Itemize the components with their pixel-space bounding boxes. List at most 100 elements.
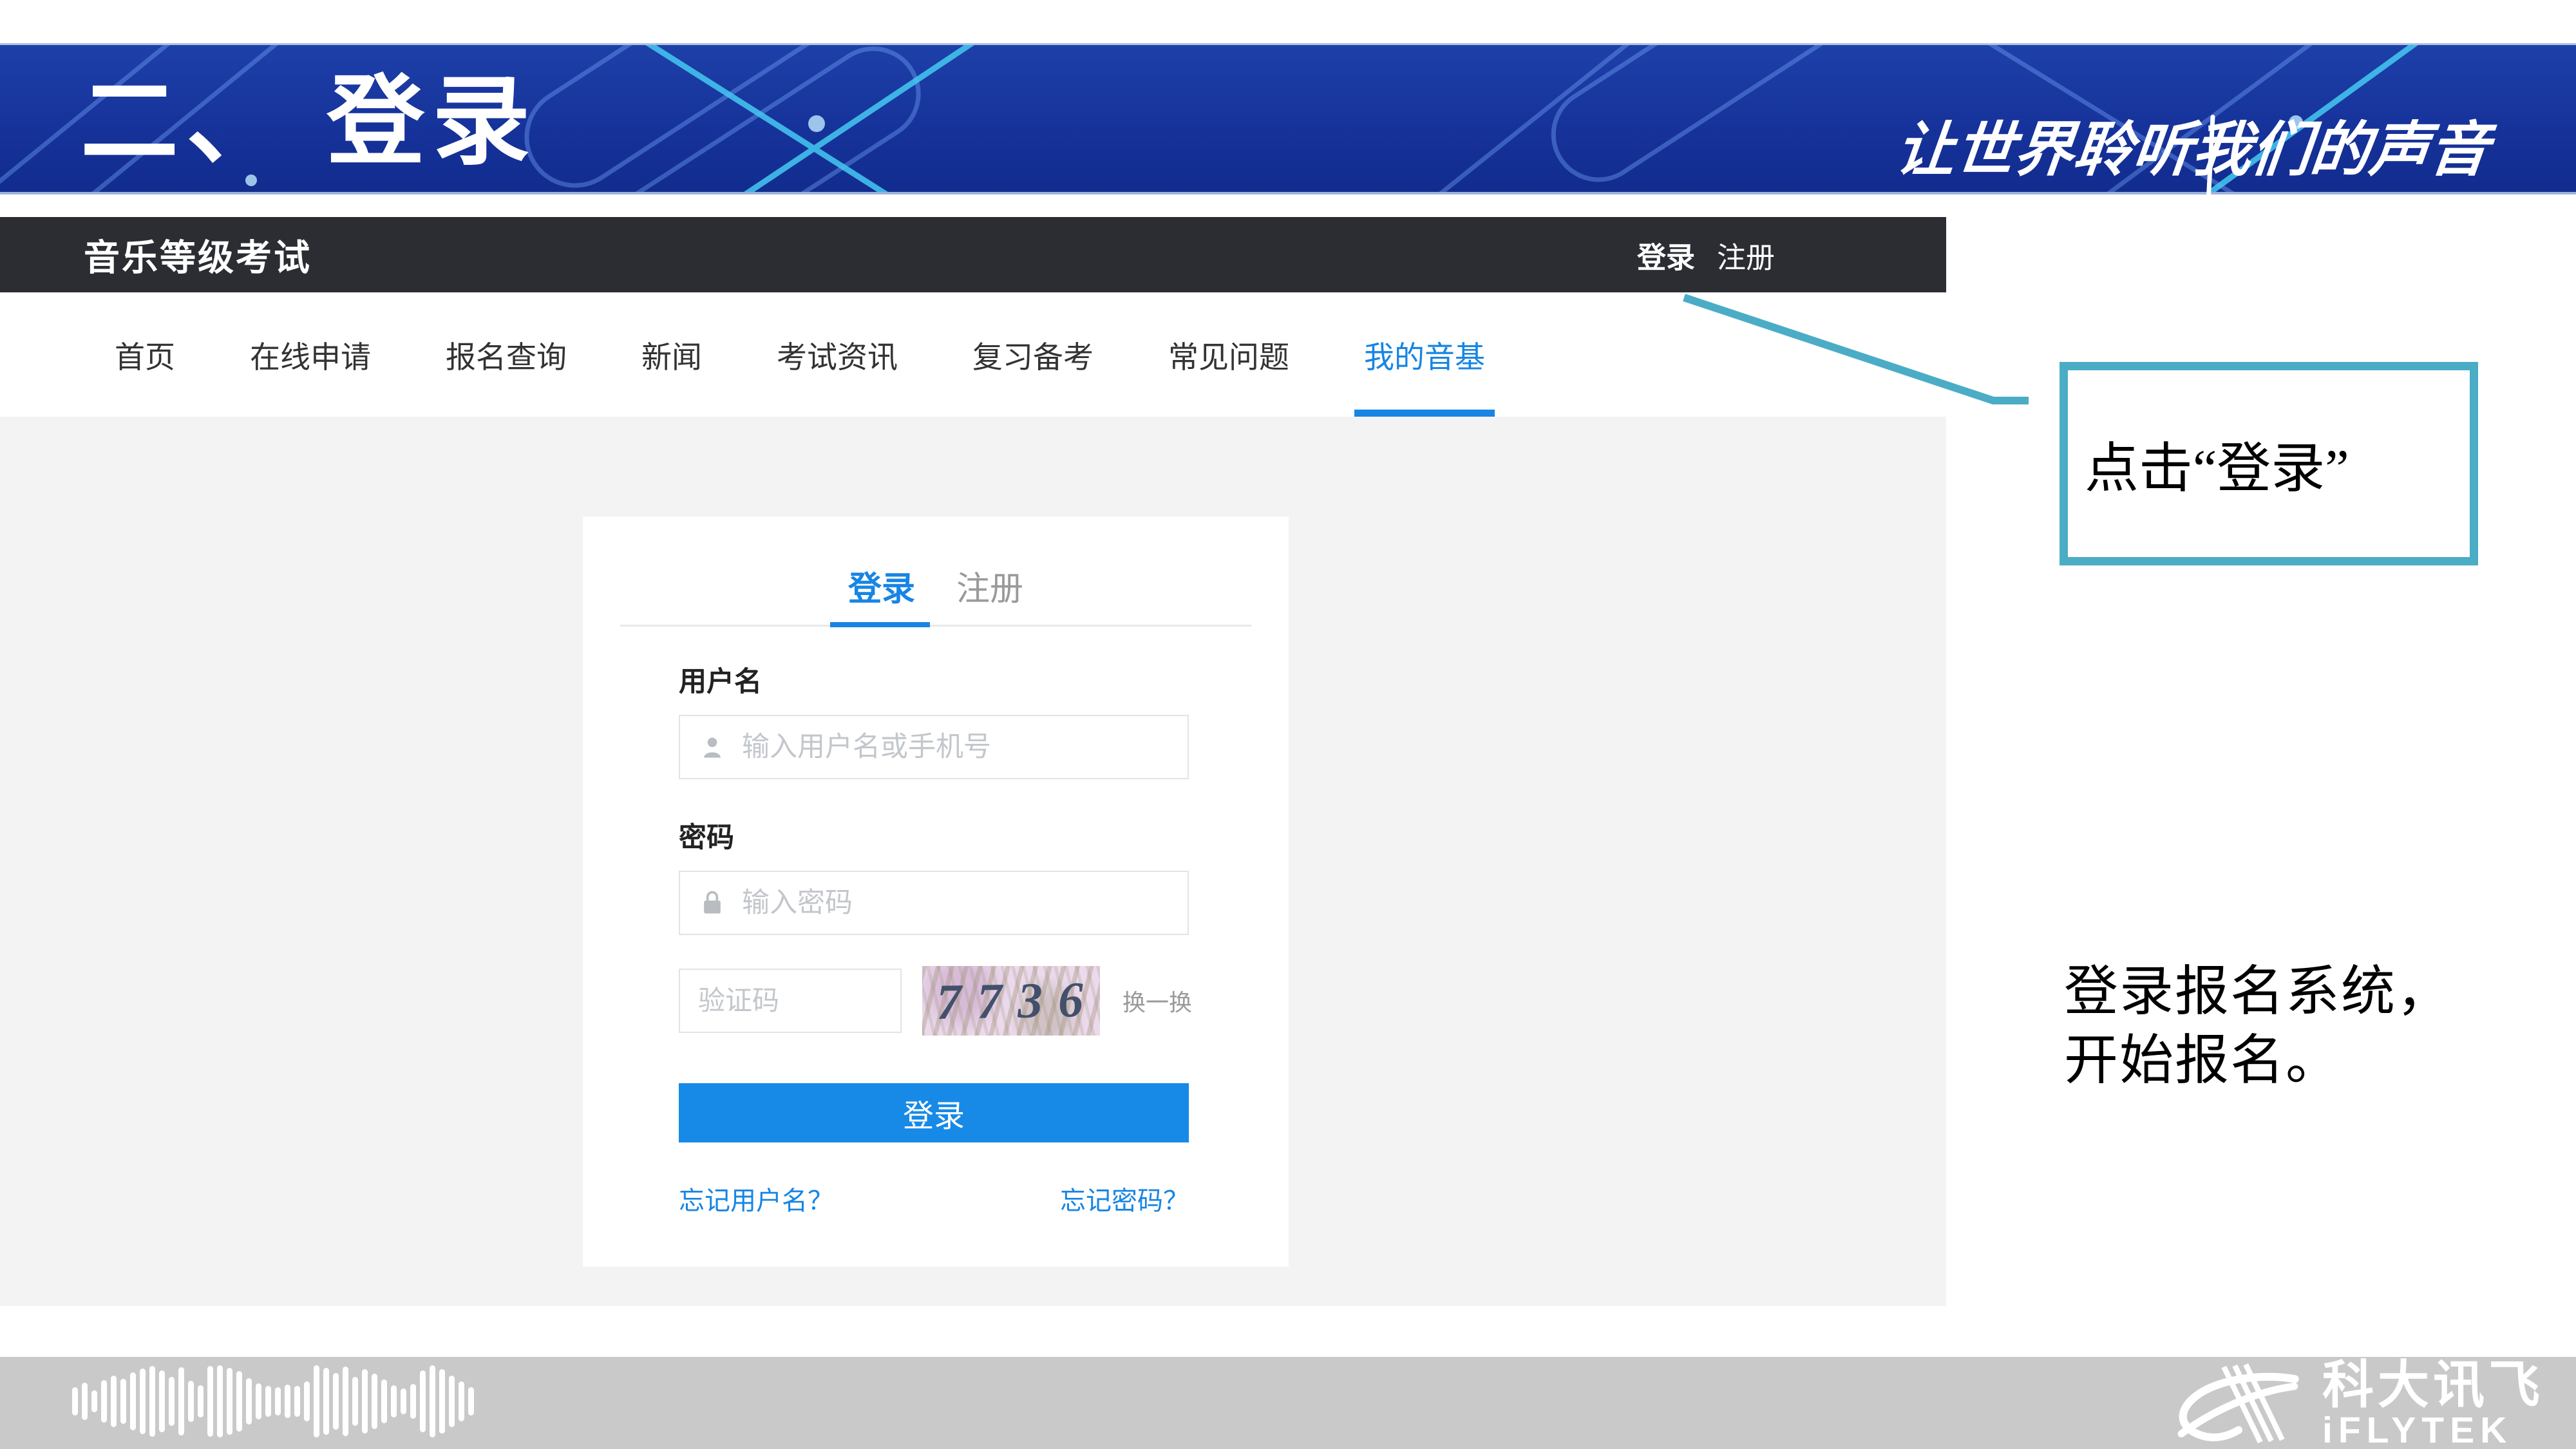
site-brand-title: 音乐等级考试	[84, 229, 312, 281]
password-field[interactable]	[679, 871, 1189, 935]
waveform-bar	[159, 1370, 165, 1432]
waveform-bar	[372, 1374, 377, 1429]
waveform-bar	[188, 1381, 194, 1422]
username-input[interactable]	[741, 731, 1188, 764]
waveform-bar	[333, 1373, 339, 1430]
captcha-input[interactable]	[697, 985, 900, 1017]
password-label: 密码	[679, 815, 734, 855]
waveform-bar	[91, 1390, 97, 1412]
waveform-bar	[256, 1383, 261, 1419]
waveform-bar	[101, 1380, 107, 1423]
waveform-bar	[420, 1370, 426, 1432]
nav-item-apply[interactable]: 在线申请	[250, 292, 371, 417]
header-auth-links: 登录 注册	[1637, 234, 1775, 276]
waveform-bar	[401, 1388, 406, 1414]
forgot-username-link[interactable]: 忘记用户名？	[679, 1180, 833, 1217]
waveform-bar	[449, 1376, 455, 1427]
tab-divider	[620, 625, 1251, 627]
nav-item-home[interactable]: 首页	[115, 292, 175, 417]
side-note: 登录报名系统， 开始报名。	[2064, 958, 2452, 1095]
pulse-icon	[1969, 194, 1999, 224]
chat-icon	[2251, 194, 2280, 224]
waveform-bar	[314, 1365, 319, 1437]
waveform-bar	[265, 1386, 271, 1417]
waveform-bar	[111, 1376, 117, 1427]
search-icon	[2016, 194, 2046, 224]
tab-active-underline	[830, 622, 930, 627]
cart-icon	[2438, 194, 2468, 224]
callout-text: 点击“登录”	[2085, 425, 2349, 503]
banner-icons-row	[1922, 194, 2515, 224]
waveform-bar	[410, 1384, 416, 1419]
iflytek-text: 科大讯飞 iFLYTEK	[2322, 1359, 2544, 1449]
waveform-bar	[275, 1387, 281, 1416]
username-label: 用户名	[679, 659, 762, 699]
waveform-bar	[352, 1377, 358, 1426]
mail-icon	[2063, 194, 2092, 224]
iflytek-logo: 科大讯飞 iFLYTEK	[2169, 1359, 2544, 1449]
slide: 二、 登录 让世界聆听我们的声音 音乐等级考试 登录 注册 首页在线申请报名查询…	[0, 0, 2576, 1449]
nav-item-query[interactable]: 报名查询	[446, 292, 567, 417]
waveform-bar	[236, 1371, 242, 1432]
waveform-bar	[217, 1365, 223, 1437]
waveform-bar	[169, 1377, 175, 1426]
callout-box: 点击“登录”	[2060, 362, 2478, 565]
waveform-logo	[72, 1363, 474, 1439]
waveform-bar	[285, 1385, 290, 1418]
site-header: 音乐等级考试 登录 注册	[0, 217, 1946, 292]
sun-icon	[2391, 194, 2421, 224]
iflytek-swoosh-icon	[2169, 1362, 2306, 1447]
waveform-bar	[72, 1387, 78, 1416]
waveform-bar	[468, 1387, 474, 1416]
waveform-bar	[130, 1372, 136, 1430]
lock-icon	[698, 889, 726, 917]
waveform-bar	[304, 1381, 310, 1421]
login-card-tabs: 登录 注册	[583, 562, 1289, 610]
tv-icon	[2110, 194, 2139, 224]
slide-title: 二、 登录	[80, 42, 538, 184]
waveform-bar	[140, 1368, 146, 1434]
header-login-link[interactable]: 登录	[1637, 234, 1695, 276]
nav-item-faq[interactable]: 常见问题	[1168, 292, 1289, 417]
waveform-bar	[459, 1381, 464, 1421]
waveform-bar	[343, 1367, 348, 1436]
waveform-bar	[439, 1369, 445, 1434]
tab-register[interactable]: 注册	[956, 562, 1023, 610]
waveform-bar	[362, 1369, 368, 1434]
user-icon	[698, 733, 726, 761]
header-register-link[interactable]: 注册	[1717, 234, 1775, 276]
waveform-bar	[178, 1367, 184, 1435]
phone-icon	[2204, 194, 2233, 224]
waveform-bar	[323, 1368, 329, 1435]
forgot-password-link[interactable]: 忘记密码？	[1060, 1180, 1189, 1217]
side-note-line2: 开始报名。	[2064, 1027, 2452, 1096]
main-nav: 首页在线申请报名查询新闻考试资讯复习备考常见问题我的音基	[0, 292, 1946, 417]
iflytek-brand-cn: 科大讯飞	[2322, 1359, 2544, 1411]
iflytek-brand-en: iFLYTEK	[2322, 1412, 2544, 1449]
tab-login[interactable]: 登录	[848, 562, 915, 610]
banner: 二、 登录 让世界聆听我们的声音	[0, 43, 2576, 194]
nav-item-mymusic[interactable]: 我的音基	[1364, 292, 1485, 417]
waveform-bar	[198, 1385, 204, 1417]
waveform-bar	[246, 1378, 252, 1425]
login-button[interactable]: 登录	[679, 1083, 1189, 1142]
waveform-bar	[381, 1379, 387, 1423]
plane-icon	[2298, 194, 2327, 224]
waveform-bar	[120, 1379, 126, 1424]
nav-item-info[interactable]: 考试资讯	[777, 292, 898, 417]
login-card: 登录 注册 用户名 密码 7736 换一换	[583, 516, 1289, 1267]
password-input[interactable]	[741, 887, 1188, 920]
fuel-icon	[2485, 194, 2515, 224]
mic-icon	[2344, 194, 2374, 224]
captcha-field[interactable]	[679, 969, 902, 1033]
nav-item-news[interactable]: 新闻	[641, 292, 702, 417]
nav-item-review[interactable]: 复习备考	[972, 292, 1094, 417]
waveform-bar	[82, 1383, 88, 1420]
captcha-image[interactable]: 7736	[922, 966, 1100, 1036]
username-field[interactable]	[679, 715, 1189, 779]
waveform-bar	[227, 1368, 232, 1435]
slogan-calligraphy: 让世界聆听我们的声音	[1892, 102, 2552, 187]
waveform-bar	[207, 1366, 213, 1437]
side-note-line1: 登录报名系统，	[2064, 958, 2452, 1027]
captcha-refresh-link[interactable]: 换一换	[1122, 984, 1192, 1018]
